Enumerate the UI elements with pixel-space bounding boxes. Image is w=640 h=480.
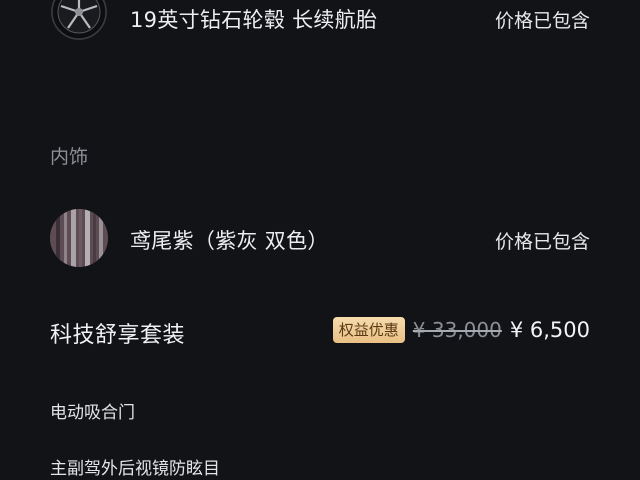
color-swatch [50,209,108,267]
package-title: 科技舒享套装 [50,323,186,348]
interior-option-title: 鸢尾紫（紫灰 双色） [130,229,329,253]
interior-option-row[interactable]: 鸢尾紫（紫灰 双色） 价格已包含 [0,200,640,276]
feature-item: 电动吸合门 [50,403,135,423]
wheel-option-row[interactable]: 19英寸钻石轮毂 长续航胎 价格已包含 [0,0,640,40]
wheel-option-title: 19英寸钻石轮毂 长续航胎 [130,8,378,32]
wheel-icon [51,0,107,40]
package-price: 权益优惠 ¥ 33,000 ¥ 6,500 [332,317,590,343]
discount-badge: 权益优惠 [332,317,405,343]
interior-price-note: 价格已包含 [494,231,590,253]
original-price: ¥ 33,000 [412,318,502,342]
current-price: ¥ 6,500 [509,318,590,342]
wheel-price-note: 价格已包含 [494,10,590,32]
interior-section-label: 内饰 [50,146,89,168]
feature-item: 主副驾外后视镜防眩目 [50,459,220,479]
